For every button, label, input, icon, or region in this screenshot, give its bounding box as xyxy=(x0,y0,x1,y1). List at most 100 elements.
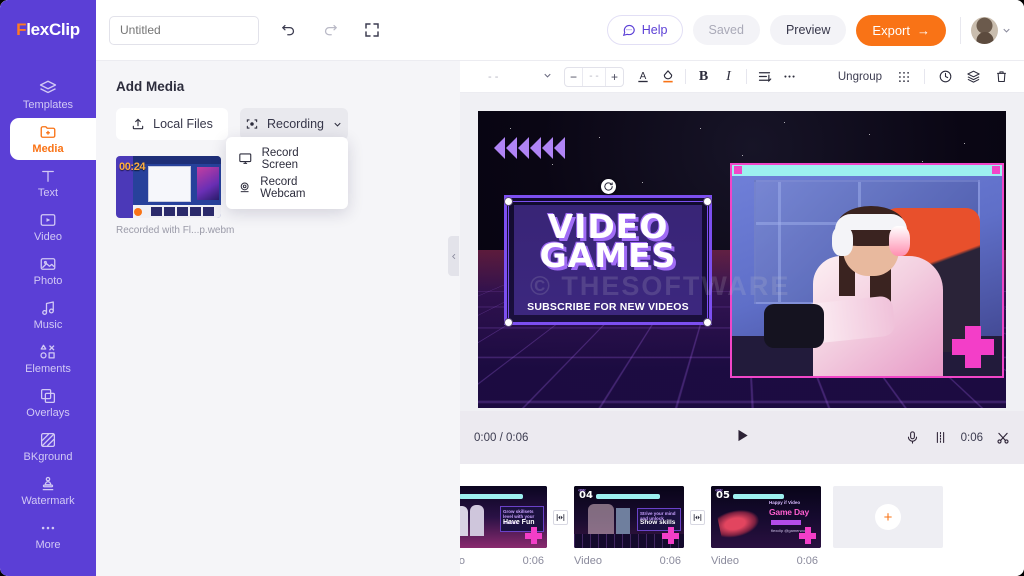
sidebar-item-label: BKground xyxy=(23,451,73,463)
media-duration-label: 00:24 xyxy=(119,161,146,173)
undo-icon[interactable] xyxy=(273,15,303,45)
player-right-tools: 0:06 xyxy=(905,430,1010,445)
clip-thumbnail[interactable]: Happy if Video Game Day flexclip @gamerw… xyxy=(711,486,821,548)
thumb-cell xyxy=(151,207,162,216)
fill-bucket-icon[interactable] xyxy=(655,65,680,89)
layers-glyph xyxy=(967,70,980,83)
fullscreen-icon[interactable] xyxy=(357,15,387,45)
play-icon[interactable] xyxy=(734,427,751,449)
resize-handle-top-left[interactable] xyxy=(504,196,513,206)
sidebar-item-bkground[interactable]: BKground xyxy=(0,425,96,469)
redo-icon[interactable] xyxy=(315,15,345,45)
clip-duration: 0:06 xyxy=(522,555,544,567)
split-icon[interactable] xyxy=(933,430,948,445)
gamer-image-frame[interactable] xyxy=(730,162,1004,378)
sidebar-item-more[interactable]: More xyxy=(0,513,96,557)
sidebar-item-elements[interactable]: Elements xyxy=(0,337,96,381)
sidebar-item-templates[interactable]: Templates xyxy=(0,73,96,117)
export-label: Export xyxy=(872,22,910,38)
timeline-clip[interactable]: Strive your mind and unlock Show skills … xyxy=(574,486,684,567)
align-icon[interactable] xyxy=(752,65,777,89)
recording-button[interactable]: Recording xyxy=(240,108,348,140)
sidebar-item-overlays[interactable]: Overlays xyxy=(0,381,96,425)
bold-button[interactable]: B xyxy=(691,65,716,89)
video-canvas[interactable]: VIDEO GAMES SUBSCRIBE FOR NEW VIDEOS © T… xyxy=(478,110,1006,408)
sidebar-item-label: Text xyxy=(37,187,59,199)
trash-icon[interactable] xyxy=(989,65,1014,89)
logo-rest: lexClip xyxy=(26,20,80,39)
avatar[interactable] xyxy=(971,16,998,44)
menu-item-record-screen[interactable]: Record Screen xyxy=(226,144,348,173)
ungroup-button[interactable]: Ungroup xyxy=(838,71,882,83)
chevron-down-icon xyxy=(334,122,341,127)
transition-icon[interactable] xyxy=(690,510,705,525)
clip-dpad-art xyxy=(525,527,542,544)
resize-handle-top-right[interactable] xyxy=(703,196,712,206)
sidebar-item-label: More xyxy=(35,539,61,551)
more-options-icon[interactable] xyxy=(777,65,802,89)
font-size-value[interactable]: - - xyxy=(582,67,606,86)
app-logo[interactable]: FlexClip xyxy=(0,0,96,61)
export-arrow-icon: → xyxy=(917,22,930,38)
transition-icon[interactable] xyxy=(553,510,568,525)
italic-button[interactable]: I xyxy=(716,65,741,89)
thumb-cell xyxy=(177,207,188,216)
grid-apps-icon[interactable] xyxy=(891,65,916,89)
toolbar-divider xyxy=(924,69,925,84)
rotate-icon[interactable] xyxy=(601,178,616,194)
sidebar-item-video[interactable]: Video xyxy=(0,205,96,249)
add-clip-button[interactable]: + xyxy=(833,486,943,548)
font-family-dropdown[interactable] xyxy=(534,70,560,84)
more-dots-glyph xyxy=(784,75,795,78)
resize-handle-bottom-left[interactable] xyxy=(504,317,513,327)
sidebar-item-label: Watermark xyxy=(21,495,75,507)
sidebar-item-label: Media xyxy=(32,143,64,155)
font-size-increase[interactable]: + xyxy=(606,68,623,86)
font-color-glyph: A xyxy=(637,71,648,83)
preview-button[interactable]: Preview xyxy=(769,15,847,45)
sidebar-item-label: Music xyxy=(33,319,63,331)
svg-text:A: A xyxy=(639,71,646,82)
panel-collapse-button[interactable] xyxy=(448,236,459,276)
sidebar-item-watermark[interactable]: Watermark xyxy=(0,469,96,513)
font-family-value[interactable]: - - xyxy=(474,71,534,83)
account-menu[interactable] xyxy=(960,16,1012,44)
sidebar-item-label: Elements xyxy=(25,363,71,375)
microphone-icon[interactable] xyxy=(905,430,920,445)
sidebar-item-photo[interactable]: Photo xyxy=(0,249,96,293)
scissors-icon[interactable] xyxy=(996,431,1010,445)
selection-bounding-box[interactable] xyxy=(504,196,712,327)
menu-item-record-webcam[interactable]: Record Webcam xyxy=(226,173,348,202)
timeline-clip[interactable]: Happy if Video Game Day flexclip @gamerw… xyxy=(711,486,821,567)
thumb-cell xyxy=(203,207,214,216)
chevron-down-icon xyxy=(1003,28,1010,33)
media-library-item[interactable]: 00:24 Recorded with Fl...p.webm xyxy=(116,156,234,236)
recording-label: Recording xyxy=(267,117,324,131)
editor-stage: - - − - - + A B I Ungroup VIDEO GAMES SU… xyxy=(460,61,1024,464)
flexclip-editor-window: FlexClip Help Saved Preview Export → xyxy=(0,0,1024,576)
local-files-button[interactable]: Local Files xyxy=(116,108,228,140)
thumb-topbar-art xyxy=(133,156,221,164)
clock-icon[interactable] xyxy=(933,65,958,89)
help-button[interactable]: Help xyxy=(606,15,683,45)
text-color-A-icon[interactable]: A xyxy=(630,65,655,89)
clip-meta: Video 0:06 xyxy=(574,555,684,567)
webcam-icon xyxy=(240,182,249,193)
more-dots-icon xyxy=(41,526,55,530)
close-icon[interactable] xyxy=(992,166,1000,174)
clip-progress-art xyxy=(459,494,523,499)
resize-handle-bottom-right[interactable] xyxy=(703,317,712,327)
media-thumbnail[interactable]: 00:24 xyxy=(116,156,221,218)
layers-icon[interactable] xyxy=(961,65,986,89)
clip-meta: Video 0:06 xyxy=(711,555,821,567)
top-bar: FlexClip Help Saved Preview Export → xyxy=(0,0,1024,61)
font-size-decrease[interactable]: − xyxy=(565,68,582,86)
logo-f: F xyxy=(16,20,27,39)
project-title-input[interactable] xyxy=(109,15,259,45)
sidebar-item-media[interactable]: Media xyxy=(0,117,96,161)
sidebar-item-music[interactable]: Music xyxy=(0,293,96,337)
clip-thumbnail[interactable]: Strive your mind and unlock Show skills … xyxy=(574,486,684,548)
recording-dropdown-menu: Record Screen Record Webcam xyxy=(226,137,348,209)
export-button[interactable]: Export → xyxy=(856,14,946,46)
sidebar-item-text[interactable]: Text xyxy=(0,161,96,205)
